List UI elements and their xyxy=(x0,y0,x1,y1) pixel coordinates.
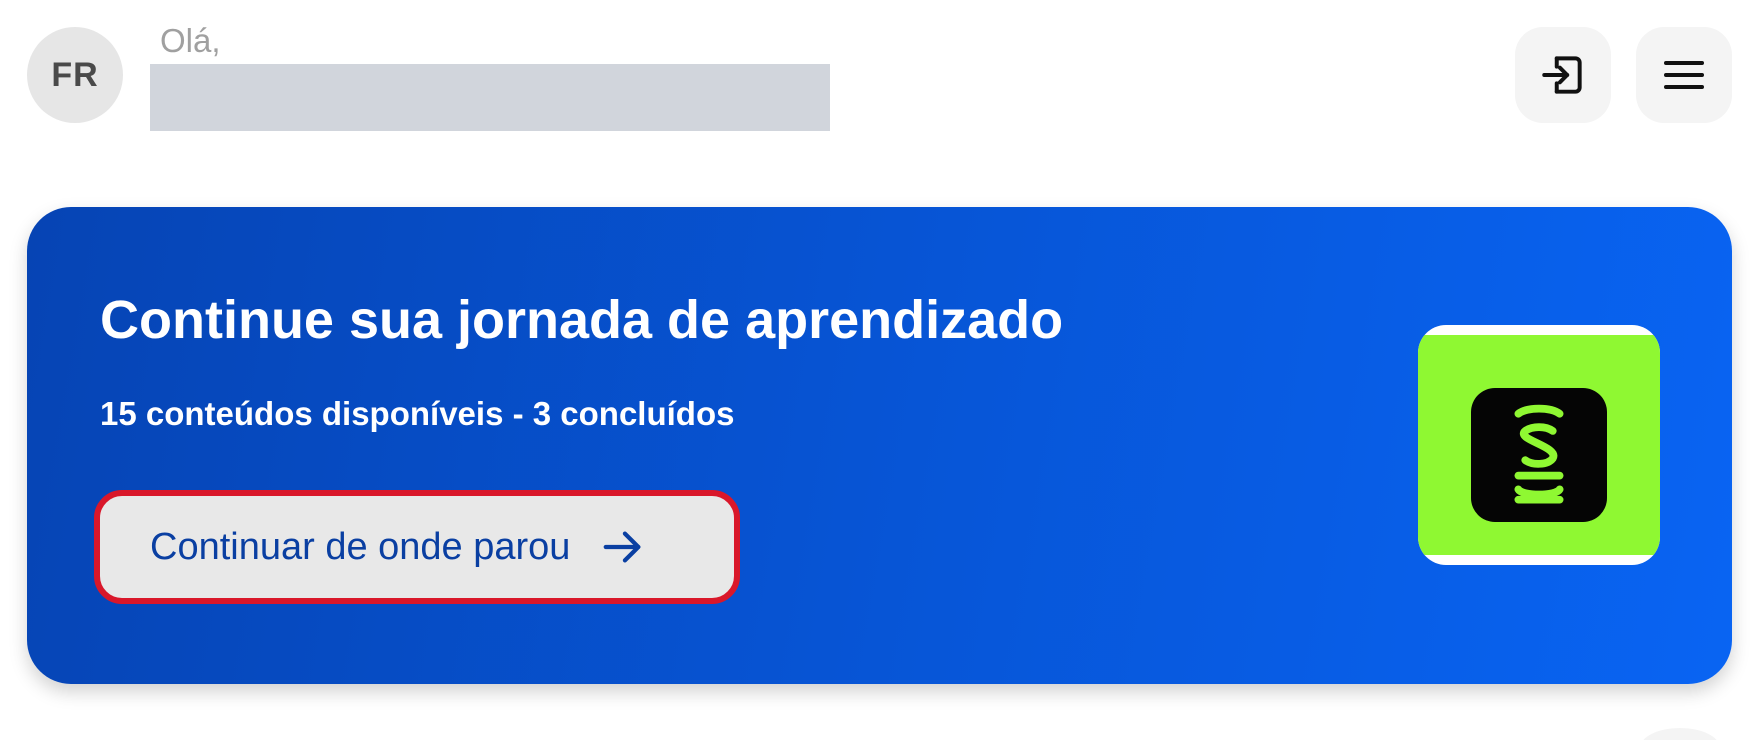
avatar[interactable]: FR xyxy=(27,27,123,123)
greeting-text: Olá, xyxy=(160,22,221,59)
continue-button-label: Continuar de onde parou xyxy=(150,525,571,568)
menu-button[interactable] xyxy=(1636,27,1732,123)
partial-next-element xyxy=(1640,728,1720,740)
course-thumbnail[interactable] xyxy=(1418,325,1660,565)
learning-journey-card: Continue sua jornada de aprendizado 15 c… xyxy=(27,207,1732,684)
logout-icon xyxy=(1542,56,1582,94)
thumbnail-background xyxy=(1418,335,1660,555)
home-page: FR Olá, Continue sua jornada de aprendiz… xyxy=(0,0,1760,740)
card-subtitle: 15 conteúdos disponíveis - 3 concluídos xyxy=(100,395,735,432)
hamburger-menu-icon xyxy=(1664,61,1704,89)
app-logo-icon xyxy=(1471,388,1607,522)
card-title: Continue sua jornada de aprendizado xyxy=(100,290,1064,350)
logout-button[interactable] xyxy=(1515,27,1611,123)
continue-where-left-button[interactable]: Continuar de onde parou xyxy=(94,490,740,604)
arrow-right-icon xyxy=(600,524,646,570)
user-name-placeholder xyxy=(150,64,830,131)
